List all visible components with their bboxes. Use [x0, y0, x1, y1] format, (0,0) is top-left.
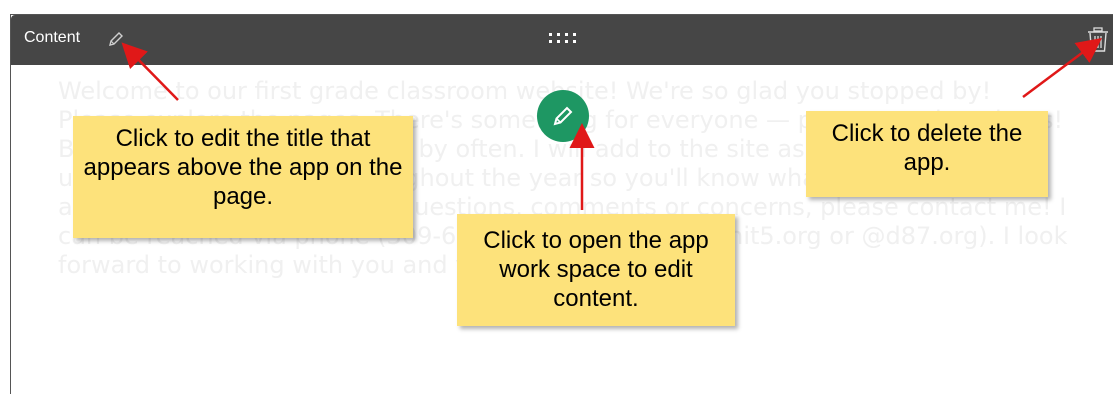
arrow-to-title-edit	[121, 42, 179, 101]
arrow-to-delete	[1022, 38, 1103, 99]
callout-arrows	[121, 38, 1103, 210]
